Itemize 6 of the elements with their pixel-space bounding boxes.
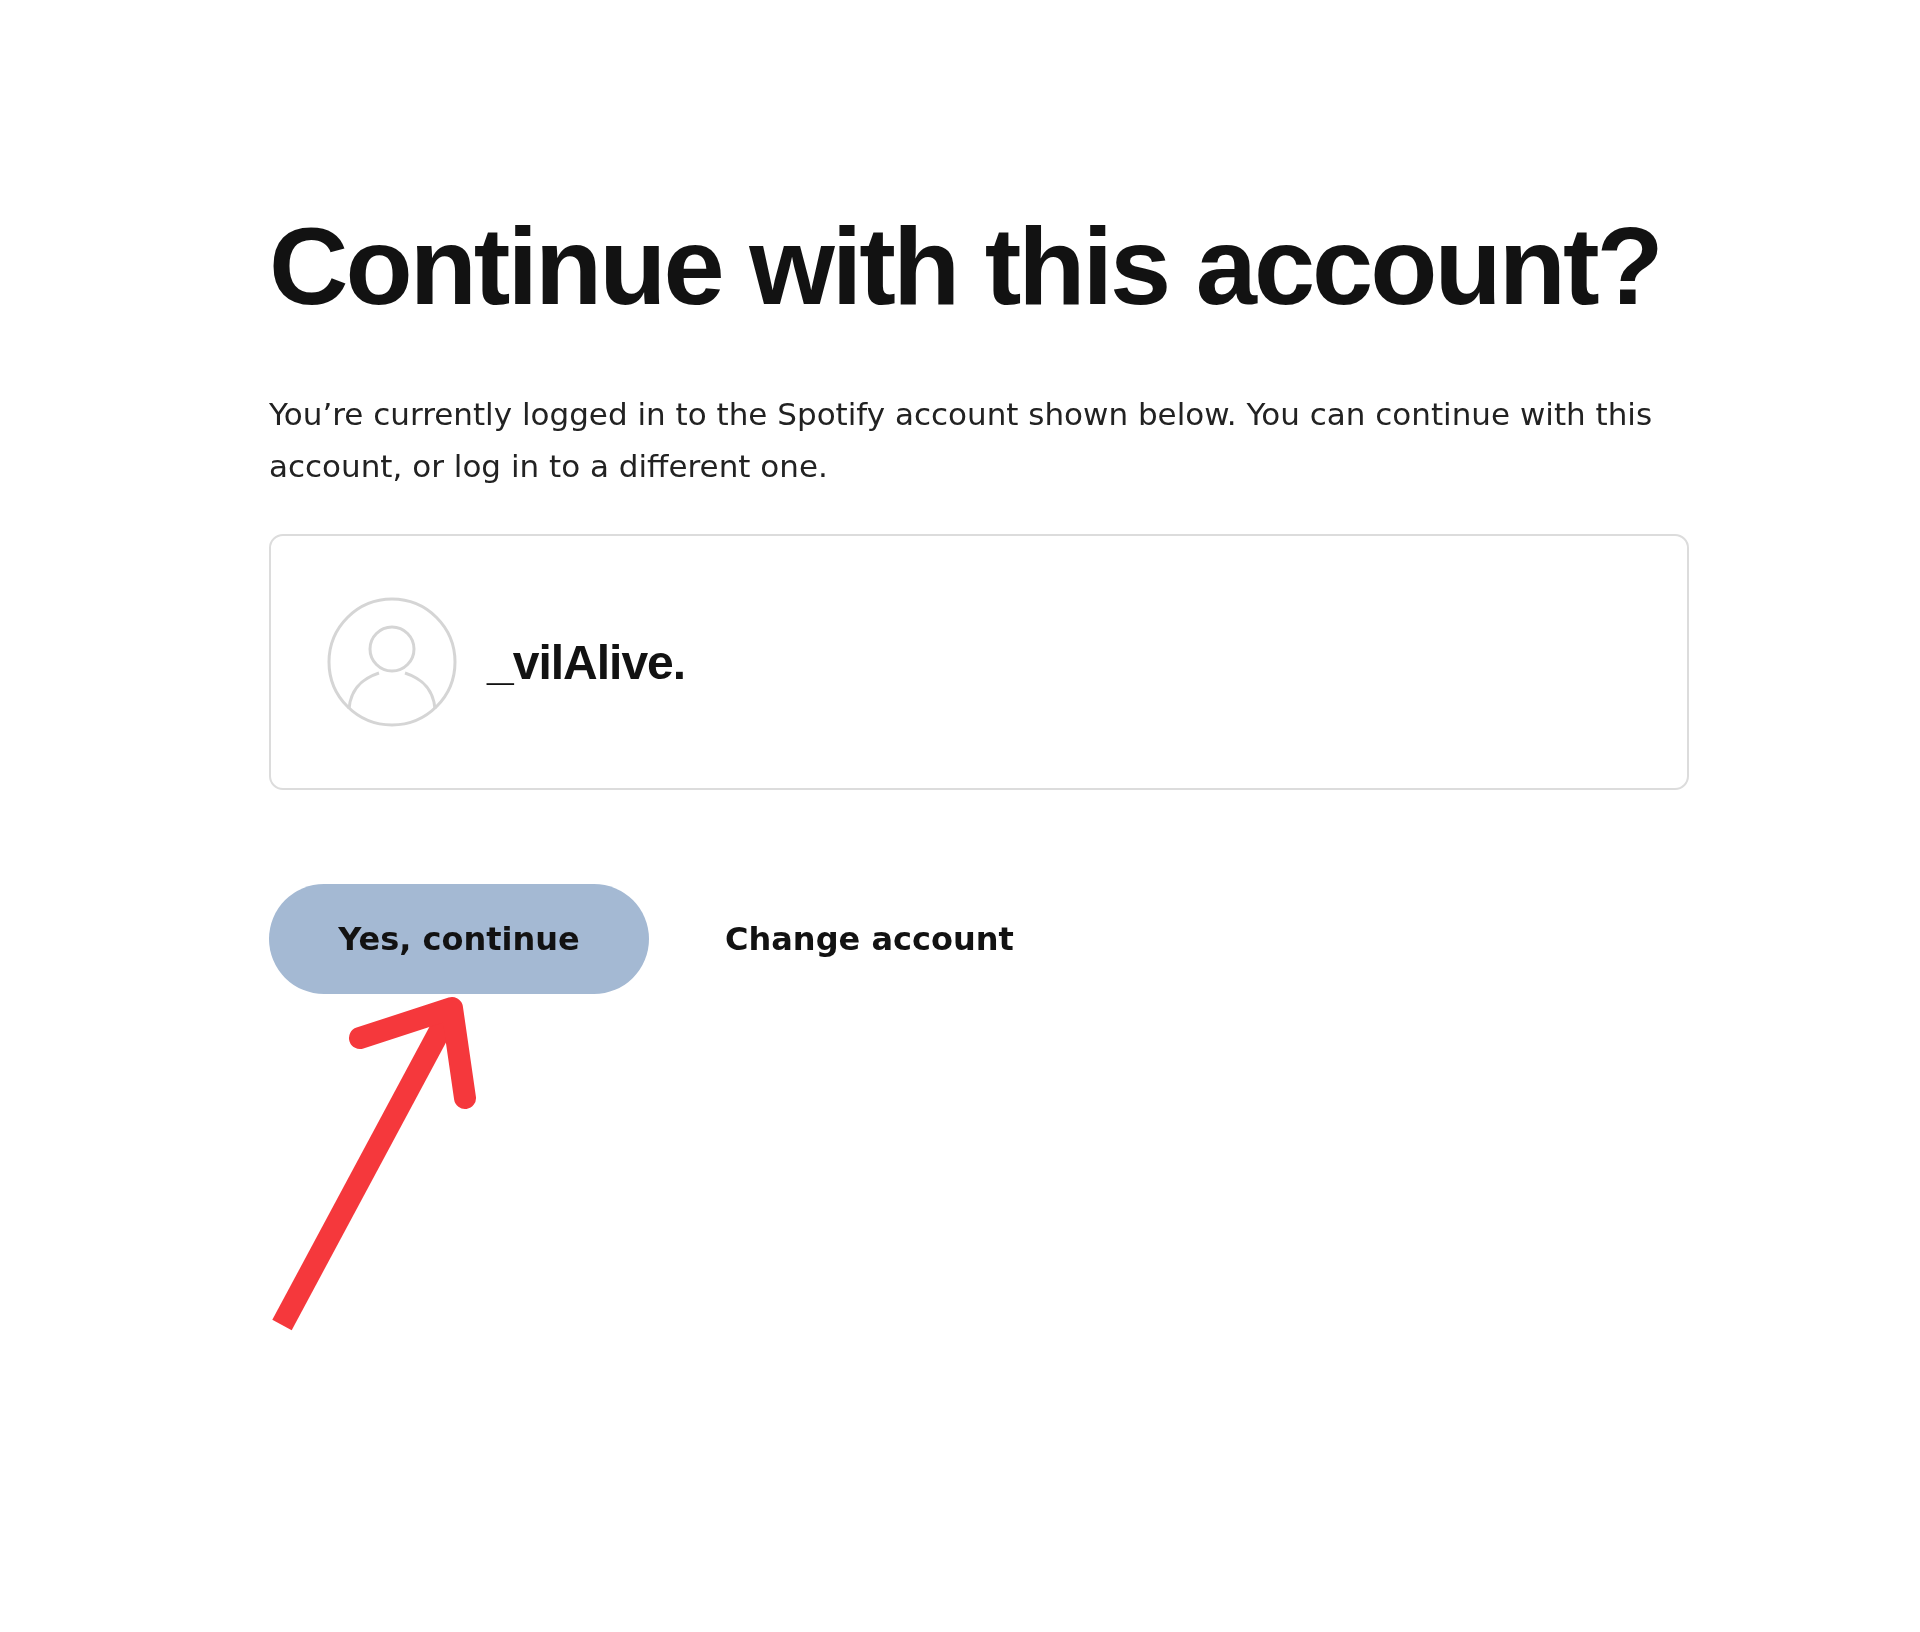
page-heading: Continue with this account? <box>269 203 1661 329</box>
user-avatar-icon <box>327 597 457 727</box>
change-account-link[interactable]: Change account <box>725 920 1014 958</box>
description-text: You’re currently logged in to the Spotify account shown below. You can continue with this account, or log in to a different one. <box>269 395 1654 486</box>
account-username: _vilAlive. <box>487 634 686 690</box>
continue-button[interactable]: Yes, continue <box>269 884 649 994</box>
